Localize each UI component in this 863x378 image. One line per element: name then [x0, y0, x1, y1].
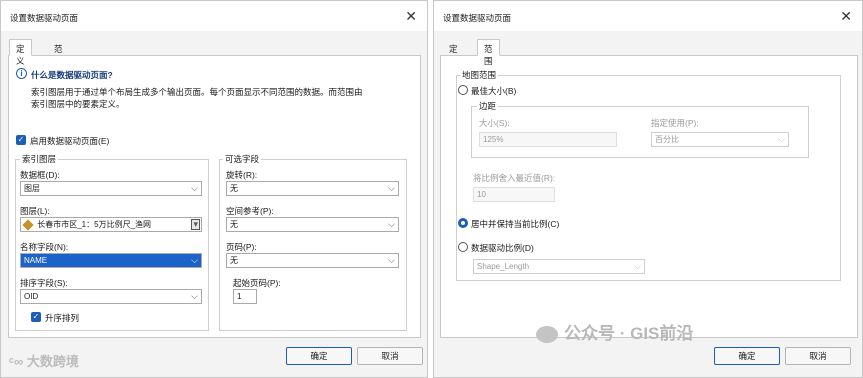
ok-button[interactable]: 确定	[286, 347, 352, 365]
info-heading: 什么是数据驱动页面?	[31, 70, 113, 80]
data-frame-value: 图层	[24, 184, 40, 193]
dialog-title: 设置数据驱动页面	[10, 13, 79, 23]
info-text-line-2: 索引图层中的要素定义。	[31, 99, 125, 109]
watermark-right: 公众号 · GIS前沿	[536, 319, 693, 344]
start-page-input[interactable]: 1	[233, 289, 257, 304]
watermark-left: ᶜ∞ 大数跨境	[9, 351, 79, 370]
page-number-dropdown[interactable]: 无 ⌵	[226, 253, 399, 268]
page-number-label: 页码(P):	[226, 242, 257, 252]
close-icon[interactable]: ✕	[405, 8, 417, 25]
close-icon[interactable]: ✕	[840, 8, 852, 25]
spatial-reference-dropdown[interactable]: 无 ⌵	[226, 217, 399, 232]
sort-field-value: OID	[24, 292, 39, 301]
best-fit-radio[interactable]	[458, 85, 468, 95]
margin-use-value: 百分比	[655, 135, 679, 144]
data-driven-pages-dialog-extent: 设置数据驱动页面 ✕ 定义 范围 地图范围 最佳大小(B) 边距 大小(S): …	[433, 0, 863, 378]
chevron-down-icon: ⌵	[191, 291, 198, 301]
start-page-label: 起始页码(P):	[233, 278, 281, 288]
page-number-value: 无	[230, 256, 238, 265]
layer-value: 长春市市区_1：5万比例尺_渔网	[37, 220, 152, 229]
data-driven-scale-dropdown[interactable]: Shape_Length ⌵	[473, 259, 645, 274]
chevron-down-icon: ⌵	[634, 261, 641, 271]
data-driven-scale-value: Shape_Length	[477, 262, 530, 271]
cancel-button[interactable]: 取消	[785, 347, 851, 365]
center-keep-scale-radio[interactable]	[458, 218, 468, 228]
tab-extent[interactable]: 范围	[477, 39, 500, 66]
cancel-button[interactable]: 取消	[357, 347, 423, 365]
info-text-line-1: 索引图层用于通过单个布局生成多个输出页面。每个页面显示不同范围的数据。而范围由	[31, 87, 363, 97]
margin-group-title: 边距	[477, 100, 499, 112]
ascending-checkbox[interactable]: ✓	[31, 312, 41, 322]
tab-definition[interactable]: 定义	[442, 39, 465, 66]
rotation-dropdown[interactable]: 无 ⌵	[226, 181, 399, 196]
chevron-down-icon: ⌵	[191, 183, 198, 193]
dialog-title: 设置数据驱动页面	[443, 13, 512, 23]
tab-extent[interactable]: 范围	[47, 39, 70, 66]
layer-label: 图层(L):	[20, 206, 50, 216]
data-driven-pages-dialog-definition: 设置数据驱动页面 ✕ 定义 范围 i 什么是数据驱动页面? 索引图层用于通过单个…	[0, 0, 428, 378]
data-frame-dropdown[interactable]: 图层 ⌵	[20, 181, 202, 196]
layer-dropdown[interactable]: 长春市市区_1：5万比例尺_渔网 ▾	[20, 217, 202, 232]
spatial-reference-label: 空间参考(P):	[226, 206, 274, 216]
rotation-value: 无	[230, 184, 238, 193]
chevron-down-icon: ⌵	[778, 134, 785, 144]
sort-field-label: 排序字段(S):	[20, 278, 68, 288]
chevron-down-icon: ⌵	[191, 255, 198, 265]
center-keep-scale-label: 居中并保持当前比例(C)	[471, 219, 560, 229]
dropdown-arrow-icon: ▾	[191, 219, 200, 230]
data-driven-scale-label: 数据驱动比例(D)	[471, 243, 534, 253]
data-frame-label: 数据框(D):	[20, 170, 60, 180]
title-bar: 设置数据驱动页面 ✕	[1, 1, 427, 31]
margin-use-dropdown[interactable]: 百分比 ⌵	[651, 132, 789, 147]
name-field-label: 名称字段(N):	[20, 242, 69, 252]
round-scale-input[interactable]: 10	[473, 187, 555, 202]
name-field-value: NAME	[24, 256, 48, 265]
best-fit-label: 最佳大小(B)	[471, 86, 517, 96]
watermark-logo-icon: ᶜ∞	[9, 354, 27, 369]
title-bar: 设置数据驱动页面 ✕	[434, 1, 862, 31]
margin-size-input[interactable]: 125%	[479, 132, 617, 147]
round-scale-label: 将比例舍入最近值(R):	[473, 173, 556, 183]
layer-icon	[22, 219, 34, 231]
chevron-down-icon: ⌵	[388, 183, 395, 193]
chevron-down-icon: ⌵	[388, 219, 395, 229]
wechat-icon	[536, 326, 558, 344]
watermark-left-text: 大数跨境	[26, 354, 79, 369]
sort-field-dropdown[interactable]: OID ⌵	[20, 289, 202, 304]
margin-size-label: 大小(S):	[479, 118, 510, 128]
rotation-label: 旋转(R):	[226, 170, 258, 180]
optional-fields-group-title: 可选字段	[223, 153, 262, 165]
enable-data-driven-pages-label: 启用数据驱动页面(E)	[30, 136, 110, 146]
name-field-dropdown[interactable]: NAME ⌵	[20, 253, 202, 268]
definition-panel: i 什么是数据驱动页面? 索引图层用于通过单个布局生成多个输出页面。每个页面显示…	[8, 55, 421, 338]
extent-panel: 地图范围 最佳大小(B) 边距 大小(S): 125% 指定使用(P): 百分比…	[440, 55, 858, 338]
index-layer-group-title: 索引图层	[20, 153, 59, 165]
info-icon: i	[16, 68, 27, 79]
chevron-down-icon: ⌵	[388, 255, 395, 265]
watermark-right-text: 公众号 · GIS前沿	[564, 324, 694, 343]
ok-button[interactable]: 确定	[714, 347, 780, 365]
enable-data-driven-pages-checkbox[interactable]: ✓	[16, 135, 26, 145]
tab-definition[interactable]: 定义	[9, 39, 32, 66]
map-extent-group-title: 地图范围	[460, 69, 499, 81]
data-driven-scale-radio[interactable]	[458, 242, 468, 252]
spatial-reference-value: 无	[230, 220, 238, 229]
margin-use-label: 指定使用(P):	[651, 118, 699, 128]
ascending-label: 升序排列	[45, 313, 80, 323]
